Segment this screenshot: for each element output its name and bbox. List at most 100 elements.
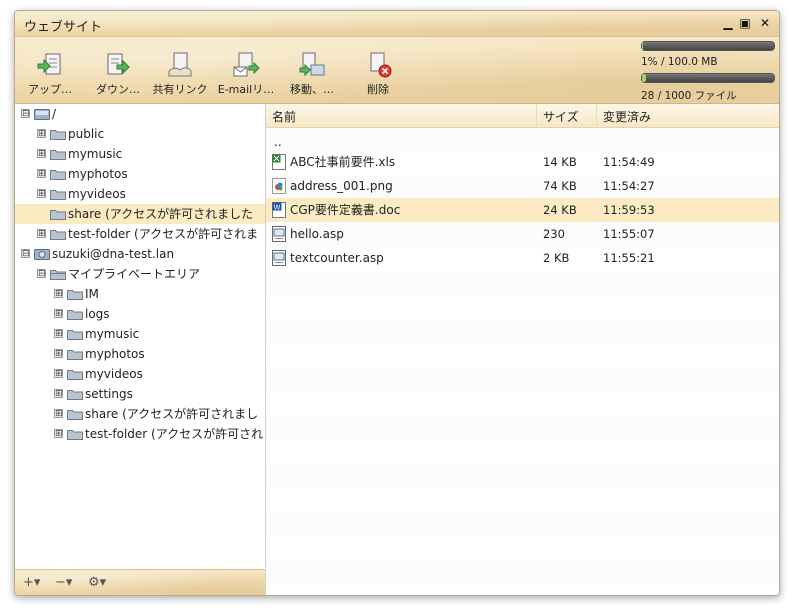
- expand-icon[interactable]: ⊞: [54, 429, 63, 439]
- expand-icon[interactable]: ⊞: [54, 389, 63, 399]
- tree-node-label: マイプライベートエリア: [68, 267, 201, 281]
- file-modified: 11:54:49: [603, 155, 655, 169]
- file-size: 74 KB: [543, 179, 577, 193]
- asp-icon: [272, 250, 286, 266]
- delete-button[interactable]: 削除: [342, 51, 414, 97]
- tree-node-label: /: [52, 107, 57, 121]
- tree-node-mymusic[interactable]: ⊞ mymusic: [15, 144, 265, 164]
- row-stripe: [266, 272, 779, 296]
- email-link-button[interactable]: E-mailリ…: [210, 51, 282, 97]
- expand-icon[interactable]: ⊞: [54, 309, 63, 319]
- file-name: address_001.png: [290, 179, 393, 193]
- tree-node-root[interactable]: ⊟ /: [15, 104, 265, 124]
- file-size: 24 KB: [543, 203, 577, 217]
- row-stripe: [266, 560, 779, 584]
- file-manager-window: ウェブサイト ▁ ▣ ✕ アップ… ダウン… 共有リンク E-mailリ… 移動…: [14, 10, 780, 596]
- tree-node-public[interactable]: ⊞ public: [15, 124, 265, 144]
- tree-node-settings[interactable]: ⊞ settings: [15, 384, 265, 404]
- share-link-button[interactable]: 共有リンク: [144, 51, 216, 97]
- expand-icon[interactable]: ⊞: [54, 349, 63, 359]
- file-row[interactable]: hello.asp 230 11:55:07: [266, 222, 779, 246]
- file-name: ABC社事前要件.xls: [290, 155, 396, 169]
- folder-icon: [50, 130, 66, 140]
- file-size: 230: [543, 227, 565, 241]
- tree-node-mymusic-private[interactable]: ⊞ mymusic: [15, 324, 265, 344]
- tree-node-user[interactable]: ⊟ suzuki@dna-test.lan: [15, 244, 265, 264]
- tree-node-test-folder[interactable]: ⊞ test-folder (アクセスが許可されま: [15, 224, 265, 244]
- tree-node-myphotos[interactable]: ⊞ myphotos: [15, 164, 265, 184]
- move-button[interactable]: 移動、…: [276, 51, 348, 97]
- folder-icon: [50, 170, 66, 180]
- folder-icon: [67, 390, 83, 400]
- column-header-size[interactable]: サイズ: [543, 108, 579, 125]
- expand-icon[interactable]: ⊞: [37, 129, 46, 139]
- download-icon: [107, 53, 130, 75]
- file-count-text: 28 / 1000 ファイル: [641, 90, 737, 102]
- file-size: 14 KB: [543, 155, 577, 169]
- expand-icon[interactable]: ⊞: [37, 169, 46, 179]
- file-name: hello.asp: [290, 227, 344, 241]
- tree-node-im[interactable]: ⊞ IM: [15, 284, 265, 304]
- expand-icon[interactable]: ⊞: [54, 329, 63, 339]
- tree-node-label: test-folder (アクセスが許可されま: [68, 227, 259, 241]
- expand-icon[interactable]: ⊞: [37, 149, 46, 159]
- expand-icon[interactable]: ⊞: [54, 409, 63, 419]
- tree-node-share-private[interactable]: ⊞ share (アクセスが許可されまし: [15, 404, 265, 424]
- minimize-button[interactable]: ▁: [720, 15, 736, 31]
- file-row[interactable]: ABC社事前要件.xls 14 KB 11:54:49: [266, 150, 779, 174]
- tree-node-label: mymusic: [85, 327, 140, 341]
- expand-icon[interactable]: ⊞: [54, 289, 63, 299]
- file-count-meter-fill: [642, 74, 646, 82]
- toolbar: アップ… ダウン… 共有リンク E-mailリ… 移動、… 削除 1% / 10…: [15, 37, 779, 104]
- tree-node-label: public: [68, 127, 105, 141]
- remove-folder-button[interactable]: −▾: [55, 575, 72, 590]
- delete-label: 削除: [367, 83, 389, 96]
- column-header-modified[interactable]: 変更済み: [603, 108, 651, 125]
- collapse-icon[interactable]: ⊟: [21, 249, 30, 259]
- tree-node-label: share (アクセスが許可されました: [68, 207, 254, 221]
- tree-node-test-folder-private[interactable]: ⊞ test-folder (アクセスが許可され: [15, 424, 265, 444]
- window-title: ウェブサイト: [24, 20, 103, 35]
- tree-node-myvideos[interactable]: ⊞ myvideos: [15, 184, 265, 204]
- file-modified: 11:54:27: [603, 179, 655, 193]
- folder-open-icon: [50, 270, 66, 280]
- tree-node-label: IM: [85, 287, 99, 301]
- file-list: 名前 サイズ 変更済み .. ABC社事前要件.xls 14 KB 11:54:…: [266, 104, 779, 595]
- collapse-icon[interactable]: ⊟: [37, 269, 46, 279]
- file-row[interactable]: address_001.png 74 KB 11:54:27: [266, 174, 779, 198]
- settings-button[interactable]: ⚙▾: [88, 575, 106, 590]
- expand-icon[interactable]: ⊞: [54, 369, 63, 379]
- row-stripe: [266, 320, 779, 344]
- folder-icon: [67, 430, 83, 440]
- tree-node-share[interactable]: share (アクセスが許可されました: [15, 204, 265, 224]
- share-link-icon: [168, 52, 192, 77]
- tree-node-myvideos-private[interactable]: ⊞ myvideos: [15, 364, 265, 384]
- tree-node-label: mymusic: [68, 147, 123, 161]
- tree-node-private-area[interactable]: ⊟ マイプライベートエリア: [15, 264, 265, 284]
- asp-icon: [272, 226, 286, 242]
- file-row[interactable]: textcounter.asp 2 KB 11:55:21: [266, 246, 779, 270]
- file-row-selected[interactable]: W CGP要件定義書.doc 24 KB 11:59:53: [266, 198, 779, 222]
- upload-button[interactable]: アップ…: [15, 51, 86, 97]
- tree-node-label: myphotos: [85, 347, 145, 361]
- row-stripe: [266, 368, 779, 392]
- user-drive-icon: [34, 249, 50, 260]
- folder-icon: [50, 210, 66, 220]
- tree-node-label: share (アクセスが許可されまし: [85, 407, 259, 421]
- expand-icon[interactable]: ⊞: [37, 229, 46, 239]
- word-icon: W: [272, 202, 286, 218]
- folder-icon: [50, 230, 66, 240]
- maximize-button[interactable]: ▣: [737, 15, 753, 31]
- move-icon: [299, 52, 325, 77]
- tree-node-myphotos-private[interactable]: ⊞ myphotos: [15, 344, 265, 364]
- column-header-name[interactable]: 名前: [272, 108, 296, 125]
- file-name: textcounter.asp: [290, 251, 384, 265]
- tree-node-logs[interactable]: ⊞ logs: [15, 304, 265, 324]
- tree-node-label: test-folder (アクセスが許可され: [85, 427, 264, 441]
- add-folder-button[interactable]: +▾: [23, 575, 40, 590]
- tree-node-label: myphotos: [68, 167, 128, 181]
- excel-icon: [272, 154, 286, 170]
- collapse-icon[interactable]: ⊟: [21, 109, 30, 119]
- close-button[interactable]: ✕: [757, 15, 773, 31]
- expand-icon[interactable]: ⊞: [37, 189, 46, 199]
